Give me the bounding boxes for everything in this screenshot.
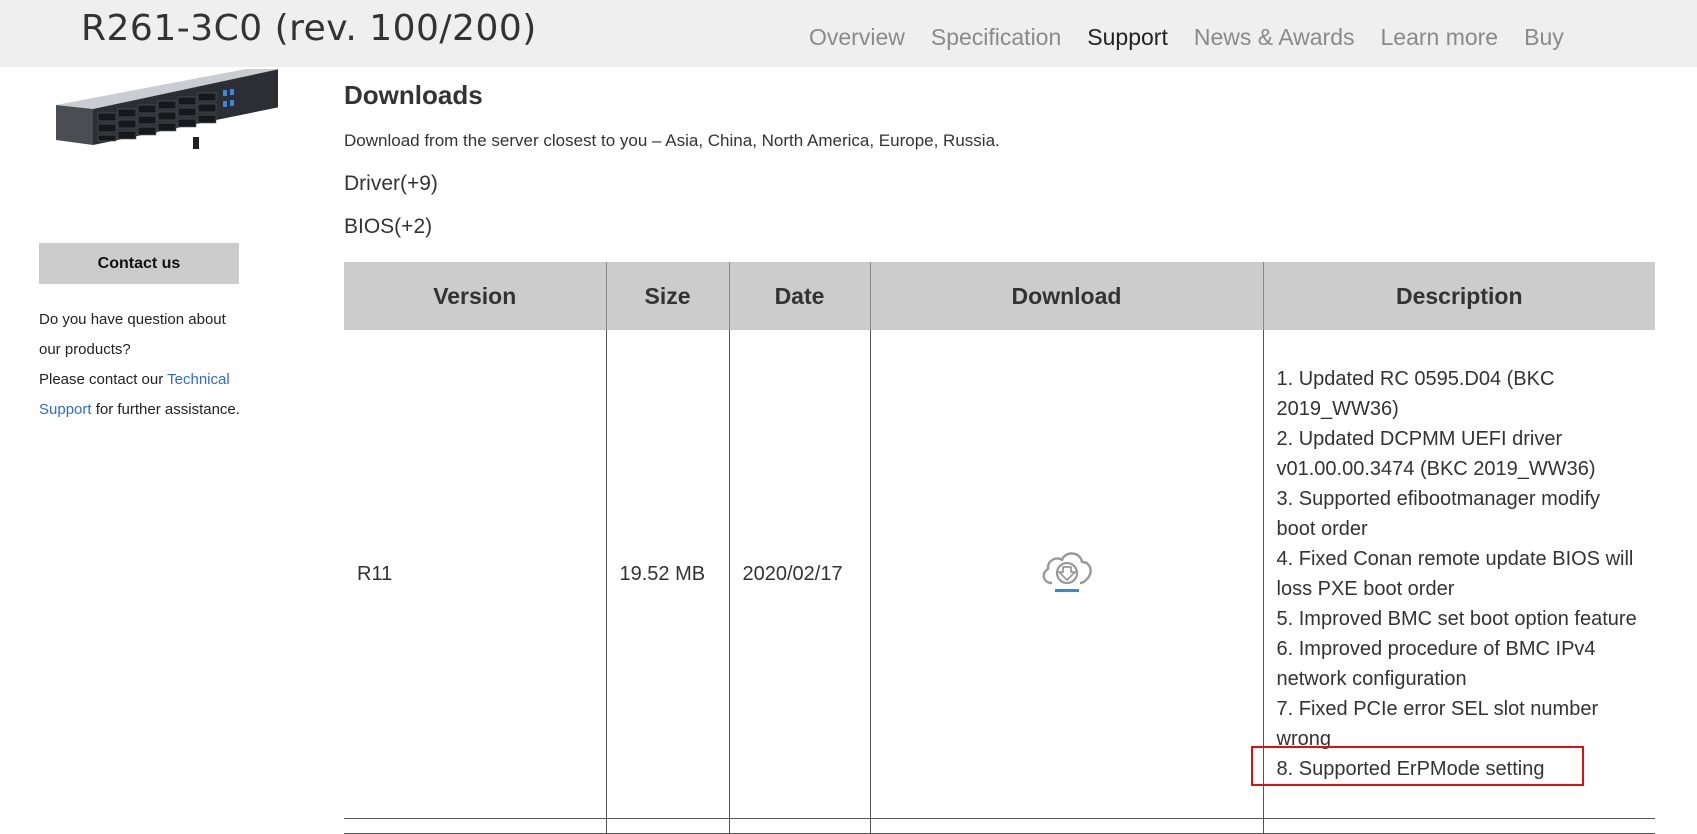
nav-specification[interactable]: Specification: [931, 24, 1061, 51]
bios-section-toggle[interactable]: BIOS(+2): [344, 215, 432, 239]
top-header: R261-3C0 (rev. 100/200) Overview Specifi…: [0, 0, 1697, 67]
column-header-size: Size: [605, 262, 729, 330]
column-header-version: Version: [344, 262, 606, 330]
table-row: [344, 818, 1655, 834]
contact-us-button[interactable]: Contact us: [39, 243, 239, 284]
product-title: R261-3C0 (rev. 100/200): [81, 8, 537, 49]
description-cell: 1. Updated RC 0595.D04 (BKC 2019_WW36) 2…: [1250, 330, 1655, 819]
release-note-item: 4. Fixed Conan remote update BIOS will l…: [1276, 548, 1634, 600]
release-note-item: 1. Updated RC 0595.D04 (BKC 2019_WW36): [1276, 368, 1555, 420]
nav-overview[interactable]: Overview: [809, 24, 905, 51]
downloads-subtitle: Download from the server closest to you …: [344, 131, 1000, 150]
release-note-item: 3. Supported efibootmanager modify boot …: [1276, 488, 1601, 540]
bios-download-table: Version Size Date Download Description R…: [344, 262, 1655, 834]
contact-prefix: Please contact our: [39, 371, 168, 388]
release-note-item-highlighted: 8. Supported ErPMode setting: [1250, 746, 1643, 786]
nav-news-awards[interactable]: News & Awards: [1194, 24, 1355, 51]
contact-help-text: Do you have question about our products?…: [39, 305, 249, 425]
nav-buy[interactable]: Buy: [1524, 24, 1564, 51]
empty-cell: [869, 818, 1263, 834]
version-cell: R11: [344, 330, 606, 819]
empty-cell: [1262, 818, 1655, 834]
release-note-item: 5. Improved BMC set boot option feature: [1276, 608, 1637, 630]
nav-learn-more[interactable]: Learn more: [1380, 24, 1498, 51]
main-nav: Overview Specification Support News & Aw…: [809, 24, 1590, 51]
column-header-download: Download: [869, 262, 1263, 330]
downloads-title: Downloads: [344, 80, 483, 110]
table-row: R11 19.52 MB 2020/02/17 1. Updated RC 05…: [344, 330, 1655, 819]
contact-suffix: for further assistance.: [91, 401, 240, 418]
column-header-description: Description: [1262, 262, 1655, 330]
release-note-item: 7. Fixed PCIe error SEL slot number wron…: [1276, 698, 1599, 750]
column-header-date: Date: [728, 262, 870, 330]
table-header-row: Version Size Date Download Description: [344, 262, 1655, 330]
empty-cell: [344, 818, 606, 834]
release-note-item: 6. Improved procedure of BMC IPv4 networ…: [1276, 638, 1596, 690]
nav-support[interactable]: Support: [1087, 24, 1168, 51]
empty-cell: [605, 818, 729, 834]
size-cell: 19.52 MB: [605, 330, 729, 819]
question-text: Do you have question about our products?: [39, 311, 226, 358]
driver-section-toggle[interactable]: Driver(+9): [344, 172, 438, 196]
empty-cell: [728, 818, 870, 834]
release-notes-list: 1. Updated RC 0595.D04 (BKC 2019_WW36) 2…: [1250, 364, 1643, 786]
highlight-box: [1250, 746, 1584, 786]
date-cell: 2020/02/17: [728, 330, 870, 819]
release-note-item: 2. Updated DCPMM UEFI driver v01.00.00.3…: [1276, 428, 1596, 480]
cloud-download-icon[interactable]: [1038, 547, 1096, 601]
server-product-image: [56, 69, 278, 149]
download-cell: [869, 330, 1263, 819]
